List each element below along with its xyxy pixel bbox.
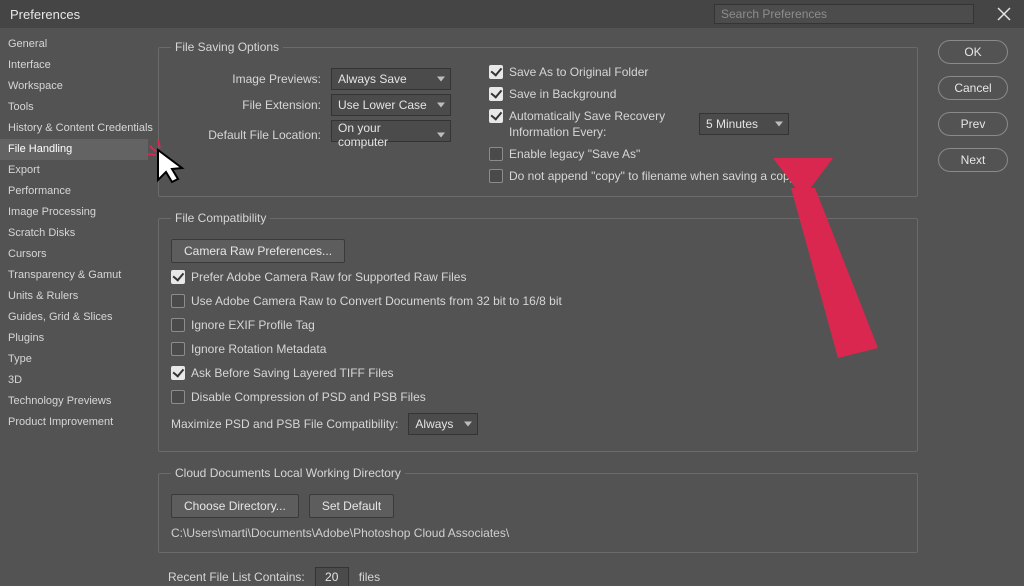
sidebar-item-transparency-gamut[interactable]: Transparency & Gamut xyxy=(0,265,148,286)
checkbox-icon xyxy=(171,366,185,380)
prev-button[interactable]: Prev xyxy=(938,112,1008,136)
sidebar-item-guides-grid-slices[interactable]: Guides, Grid & Slices xyxy=(0,307,148,328)
cancel-button[interactable]: Cancel xyxy=(938,76,1008,100)
cloud-dir-group: Cloud Documents Local Working Directory … xyxy=(158,466,918,553)
default-location-combo[interactable]: On your computer xyxy=(331,120,451,142)
file-saving-legend: File Saving Options xyxy=(171,40,283,54)
set-default-button[interactable]: Set Default xyxy=(309,494,394,518)
recent-file-list-label: Recent File List Contains: xyxy=(168,570,305,584)
file-compatibility-group: File Compatibility Camera Raw Preference… xyxy=(158,211,918,452)
no-copy-suffix-checkbox[interactable]: Do not append "copy" to filename when sa… xyxy=(489,168,905,184)
file-compatibility-legend: File Compatibility xyxy=(171,211,270,225)
legacy-save-as-checkbox[interactable]: Enable legacy "Save As" xyxy=(489,146,905,162)
titlebar: Preferences xyxy=(0,0,1024,28)
checkbox-icon xyxy=(489,147,503,161)
checkbox-icon xyxy=(489,169,503,183)
dialog-buttons: OK Cancel Prev Next xyxy=(938,40,1008,172)
disable-compression-checkbox[interactable]: Disable Compression of PSD and PSB Files xyxy=(171,389,905,405)
search-preferences-input[interactable] xyxy=(714,4,974,24)
sidebar-item-export[interactable]: Export xyxy=(0,160,148,181)
sidebar-item-workspace[interactable]: Workspace xyxy=(0,76,148,97)
checkbox-icon xyxy=(489,109,503,123)
image-previews-label: Image Previews: xyxy=(171,72,321,86)
checkbox-icon xyxy=(489,87,503,101)
preferences-sidebar: GeneralInterfaceWorkspaceToolsHistory & … xyxy=(0,28,148,586)
ignore-exif-checkbox[interactable]: Ignore EXIF Profile Tag xyxy=(171,317,905,333)
sidebar-item-general[interactable]: General xyxy=(0,34,148,55)
auto-recovery-interval-combo[interactable]: 5 Minutes xyxy=(699,113,789,135)
sidebar-item-cursors[interactable]: Cursors xyxy=(0,244,148,265)
close-button[interactable] xyxy=(990,0,1018,28)
save-as-original-folder-checkbox[interactable]: Save As to Original Folder xyxy=(489,64,905,80)
recent-file-count-input[interactable] xyxy=(315,567,349,586)
checkbox-icon xyxy=(171,270,185,284)
sidebar-item-units-rulers[interactable]: Units & Rulers xyxy=(0,286,148,307)
checkbox-icon xyxy=(489,65,503,79)
file-extension-label: File Extension: xyxy=(171,98,321,112)
file-extension-combo[interactable]: Use Lower Case xyxy=(331,94,451,116)
sidebar-item-3d[interactable]: 3D xyxy=(0,370,148,391)
next-button[interactable]: Next xyxy=(938,148,1008,172)
checkbox-icon xyxy=(171,390,185,404)
use-acr-convert-checkbox[interactable]: Use Adobe Camera Raw to Convert Document… xyxy=(171,293,905,309)
ok-button[interactable]: OK xyxy=(938,40,1008,64)
sidebar-item-image-processing[interactable]: Image Processing xyxy=(0,202,148,223)
sidebar-item-performance[interactable]: Performance xyxy=(0,181,148,202)
sidebar-item-tools[interactable]: Tools xyxy=(0,97,148,118)
checkbox-icon xyxy=(171,318,185,332)
prefer-acr-checkbox[interactable]: Prefer Adobe Camera Raw for Supported Ra… xyxy=(171,269,905,285)
auto-save-recovery-checkbox[interactable]: Automatically Save Recovery Information … xyxy=(489,108,689,140)
sidebar-item-technology-previews[interactable]: Technology Previews xyxy=(0,391,148,412)
sidebar-item-product-improvement[interactable]: Product Improvement xyxy=(0,412,148,433)
close-icon xyxy=(997,7,1011,21)
cloud-dir-path: C:\Users\marti\Documents\Adobe\Photoshop… xyxy=(171,526,905,540)
image-previews-combo[interactable]: Always Save xyxy=(331,68,451,90)
default-location-label: Default File Location: xyxy=(171,128,321,142)
save-in-background-checkbox[interactable]: Save in Background xyxy=(489,86,905,102)
checkbox-icon xyxy=(171,294,185,308)
sidebar-item-interface[interactable]: Interface xyxy=(0,55,148,76)
max-compat-combo[interactable]: Always xyxy=(408,413,478,435)
cloud-dir-legend: Cloud Documents Local Working Directory xyxy=(171,466,405,480)
max-compat-label: Maximize PSD and PSB File Compatibility: xyxy=(171,417,398,431)
sidebar-item-plugins[interactable]: Plugins xyxy=(0,328,148,349)
checkbox-icon xyxy=(171,342,185,356)
sidebar-item-file-handling[interactable]: File Handling xyxy=(0,139,148,160)
file-saving-group: File Saving Options Image Previews: Alwa… xyxy=(158,40,918,197)
camera-raw-preferences-button[interactable]: Camera Raw Preferences... xyxy=(171,239,345,263)
window-title: Preferences xyxy=(10,7,80,22)
sidebar-item-scratch-disks[interactable]: Scratch Disks xyxy=(0,223,148,244)
ignore-rotation-checkbox[interactable]: Ignore Rotation Metadata xyxy=(171,341,905,357)
sidebar-item-type[interactable]: Type xyxy=(0,349,148,370)
recent-file-unit: files xyxy=(359,570,380,584)
choose-directory-button[interactable]: Choose Directory... xyxy=(171,494,299,518)
sidebar-item-history-content-credentials[interactable]: History & Content Credentials xyxy=(0,118,148,139)
ask-tiff-checkbox[interactable]: Ask Before Saving Layered TIFF Files xyxy=(171,365,905,381)
